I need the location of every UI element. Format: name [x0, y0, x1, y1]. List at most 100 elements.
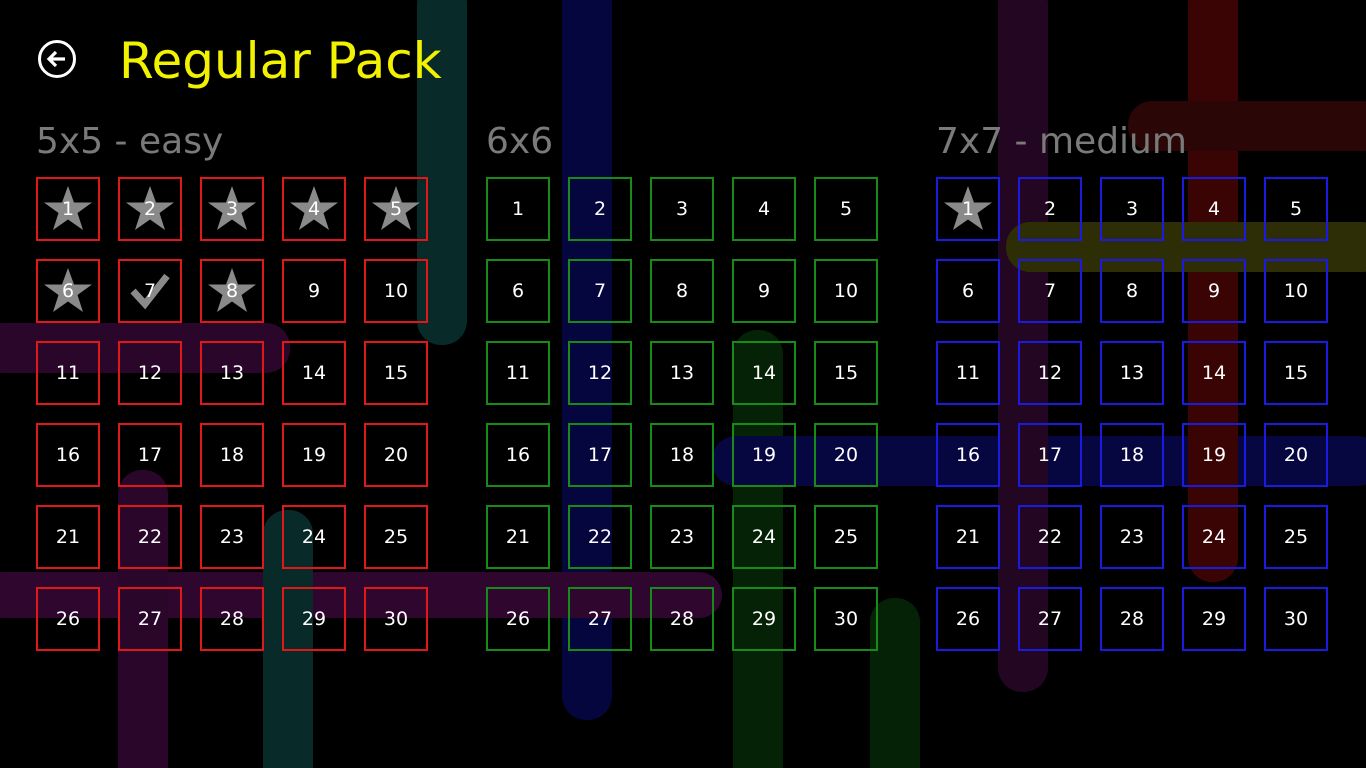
level-tile[interactable]: 6 — [936, 259, 1000, 323]
level-tile[interactable]: 29 — [732, 587, 796, 651]
level-tile[interactable]: 4 — [282, 177, 346, 241]
level-tile[interactable]: 18 — [1100, 423, 1164, 487]
level-tile[interactable]: 8 — [200, 259, 264, 323]
level-tile[interactable]: 23 — [650, 505, 714, 569]
level-number: 23 — [219, 526, 245, 548]
level-tile[interactable]: 10 — [1264, 259, 1328, 323]
level-tile[interactable]: 19 — [1182, 423, 1246, 487]
level-tile[interactable]: 13 — [1100, 341, 1164, 405]
level-tile[interactable]: 18 — [650, 423, 714, 487]
level-number: 25 — [1283, 526, 1309, 548]
level-tile[interactable]: 24 — [1182, 505, 1246, 569]
level-tile[interactable]: 1 — [36, 177, 100, 241]
level-tile[interactable]: 24 — [282, 505, 346, 569]
level-tile[interactable]: 10 — [814, 259, 878, 323]
level-tile[interactable]: 16 — [36, 423, 100, 487]
level-tile[interactable]: 23 — [200, 505, 264, 569]
level-tile[interactable]: 21 — [936, 505, 1000, 569]
level-number: 2 — [143, 198, 157, 220]
level-tile[interactable]: 3 — [200, 177, 264, 241]
level-tile[interactable]: 10 — [364, 259, 428, 323]
level-tile[interactable]: 23 — [1100, 505, 1164, 569]
level-tile[interactable]: 25 — [1264, 505, 1328, 569]
level-number: 24 — [751, 526, 777, 548]
level-tile[interactable]: 7 — [1018, 259, 1082, 323]
level-tile[interactable]: 5 — [364, 177, 428, 241]
level-tile[interactable]: 25 — [364, 505, 428, 569]
level-tile[interactable]: 2 — [568, 177, 632, 241]
level-tile[interactable]: 1 — [936, 177, 1000, 241]
level-tile[interactable]: 21 — [486, 505, 550, 569]
level-tile[interactable]: 22 — [118, 505, 182, 569]
level-tile[interactable]: 26 — [36, 587, 100, 651]
level-number: 13 — [1119, 362, 1145, 384]
level-tile[interactable]: 14 — [282, 341, 346, 405]
level-tile[interactable]: 18 — [200, 423, 264, 487]
level-tile[interactable]: 25 — [814, 505, 878, 569]
level-tile[interactable]: 15 — [364, 341, 428, 405]
level-tile[interactable]: 27 — [118, 587, 182, 651]
level-tile[interactable]: 28 — [650, 587, 714, 651]
level-tile[interactable]: 13 — [650, 341, 714, 405]
level-tile[interactable]: 16 — [486, 423, 550, 487]
level-tile[interactable]: 7 — [118, 259, 182, 323]
section-7x7: 7x7 - medium 1 2 3 4 5 6 7 8 9 10 11 12 13 14 15 16 17 18… — [936, 120, 1328, 651]
level-tile[interactable]: 5 — [1264, 177, 1328, 241]
level-tile[interactable]: 11 — [36, 341, 100, 405]
level-tile[interactable]: 12 — [118, 341, 182, 405]
level-tile[interactable]: 26 — [486, 587, 550, 651]
level-tile[interactable]: 28 — [200, 587, 264, 651]
level-tile[interactable]: 4 — [732, 177, 796, 241]
level-tile[interactable]: 21 — [36, 505, 100, 569]
level-tile[interactable]: 29 — [1182, 587, 1246, 651]
level-tile[interactable]: 20 — [1264, 423, 1328, 487]
level-tile[interactable]: 22 — [1018, 505, 1082, 569]
level-tile[interactable]: 6 — [36, 259, 100, 323]
level-tile[interactable]: 9 — [282, 259, 346, 323]
level-tile[interactable]: 2 — [118, 177, 182, 241]
level-tile[interactable]: 2 — [1018, 177, 1082, 241]
level-tile[interactable]: 12 — [568, 341, 632, 405]
level-tile[interactable]: 16 — [936, 423, 1000, 487]
level-number: 21 — [55, 526, 81, 548]
level-tile[interactable]: 7 — [568, 259, 632, 323]
level-tile[interactable]: 15 — [1264, 341, 1328, 405]
level-tile[interactable]: 9 — [1182, 259, 1246, 323]
level-tile[interactable]: 5 — [814, 177, 878, 241]
level-tile[interactable]: 1 — [486, 177, 550, 241]
level-tile[interactable]: 22 — [568, 505, 632, 569]
level-tile[interactable]: 19 — [282, 423, 346, 487]
level-tile[interactable]: 17 — [1018, 423, 1082, 487]
level-tile[interactable]: 20 — [364, 423, 428, 487]
level-tile[interactable]: 3 — [650, 177, 714, 241]
level-tile[interactable]: 17 — [568, 423, 632, 487]
level-tile[interactable]: 27 — [1018, 587, 1082, 651]
level-tile[interactable]: 24 — [732, 505, 796, 569]
back-button[interactable] — [38, 40, 76, 78]
level-tile[interactable]: 12 — [1018, 341, 1082, 405]
level-tile[interactable]: 11 — [486, 341, 550, 405]
level-tile[interactable]: 19 — [732, 423, 796, 487]
level-tile[interactable]: 3 — [1100, 177, 1164, 241]
level-number: 17 — [1037, 444, 1063, 466]
level-tile[interactable]: 17 — [118, 423, 182, 487]
level-tile[interactable]: 8 — [650, 259, 714, 323]
level-tile[interactable]: 15 — [814, 341, 878, 405]
level-tile[interactable]: 27 — [568, 587, 632, 651]
level-number: 16 — [505, 444, 531, 466]
level-tile[interactable]: 20 — [814, 423, 878, 487]
level-tile[interactable]: 4 — [1182, 177, 1246, 241]
level-tile[interactable]: 26 — [936, 587, 1000, 651]
level-tile[interactable]: 6 — [486, 259, 550, 323]
level-tile[interactable]: 14 — [732, 341, 796, 405]
level-tile[interactable]: 11 — [936, 341, 1000, 405]
level-tile[interactable]: 30 — [814, 587, 878, 651]
level-tile[interactable]: 28 — [1100, 587, 1164, 651]
level-tile[interactable]: 9 — [732, 259, 796, 323]
level-tile[interactable]: 29 — [282, 587, 346, 651]
level-tile[interactable]: 13 — [200, 341, 264, 405]
level-tile[interactable]: 14 — [1182, 341, 1246, 405]
level-tile[interactable]: 30 — [1264, 587, 1328, 651]
level-tile[interactable]: 8 — [1100, 259, 1164, 323]
level-tile[interactable]: 30 — [364, 587, 428, 651]
